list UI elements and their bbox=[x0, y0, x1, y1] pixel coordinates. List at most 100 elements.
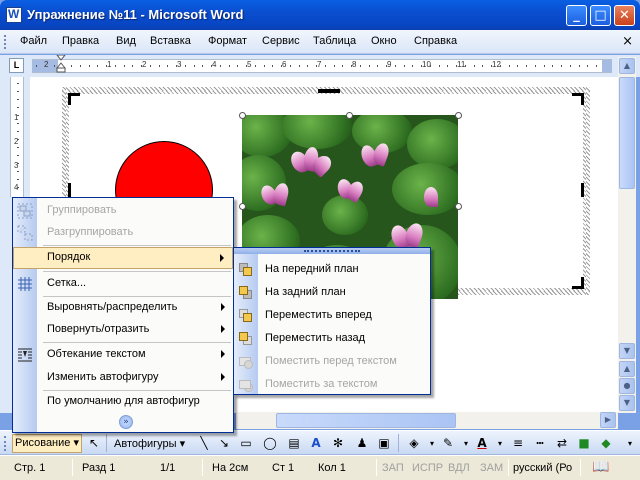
ruler-tick bbox=[334, 65, 335, 67]
arrow-icon[interactable]: ↘ bbox=[216, 436, 232, 451]
menu-item-change-autoshape[interactable]: Изменить автофигуру bbox=[13, 367, 233, 389]
toolbar-options-icon[interactable]: ▾ bbox=[622, 436, 638, 451]
ruler-number: 1 bbox=[107, 60, 112, 69]
oval-icon[interactable]: ◯ bbox=[262, 436, 278, 451]
maximize-button[interactable]: □ bbox=[590, 5, 611, 26]
scroll-up-button[interactable]: ▲ bbox=[619, 58, 635, 74]
select-objects-icon[interactable]: ↖ bbox=[86, 436, 102, 451]
ruler-tick bbox=[474, 65, 475, 67]
text-box-icon[interactable]: ▤ bbox=[286, 436, 302, 451]
vertical-scroll-thumb[interactable] bbox=[619, 77, 635, 189]
word-app-icon[interactable] bbox=[6, 7, 22, 23]
toolbar-grip[interactable] bbox=[4, 35, 7, 49]
menu-item-autoshape-defaults[interactable]: По умолчанию для автофигур bbox=[13, 391, 233, 413]
status-record-macro[interactable]: ЗАП bbox=[382, 462, 404, 474]
select-browse-object-button[interactable]: ● bbox=[619, 378, 635, 394]
menu-item-in-front-of-text[interactable]: Поместить перед текстом bbox=[234, 350, 430, 373]
3d-style-icon[interactable]: ◆ bbox=[598, 436, 614, 451]
line-style-icon[interactable]: ≡ bbox=[510, 436, 526, 451]
status-column: Кол 1 bbox=[318, 462, 346, 474]
autoshapes-menu-button[interactable]: Автофигуры ▾ bbox=[114, 437, 185, 450]
ruler-tick bbox=[229, 65, 230, 67]
minimize-button[interactable]: _ bbox=[566, 5, 587, 26]
fill-color-icon[interactable]: ◈ bbox=[406, 436, 422, 451]
arrow-style-icon[interactable]: ⇄ bbox=[554, 436, 570, 451]
horizontal-scroll-thumb[interactable] bbox=[276, 413, 456, 428]
menu-item-align-distribute[interactable]: Выровнять/распределить bbox=[13, 297, 233, 319]
font-color-dropdown-icon[interactable]: ▾ bbox=[492, 436, 508, 451]
submenu-drag-grip[interactable] bbox=[234, 248, 430, 254]
menu-window[interactable]: Окно bbox=[371, 35, 397, 47]
ruler-right-margin bbox=[602, 60, 612, 72]
resize-handle[interactable] bbox=[346, 112, 353, 119]
resize-handle[interactable] bbox=[455, 112, 462, 119]
horizontal-ruler[interactable]: 2 1 1 2 3 4 5 6 7 8 9 10 11 12 bbox=[32, 59, 612, 73]
ruler-bar: L 2 1 1 2 3 4 5 6 7 8 9 10 11 12 bbox=[0, 55, 640, 77]
menu-format[interactable]: Формат bbox=[208, 35, 247, 47]
status-line: Ст 1 bbox=[272, 462, 295, 474]
ruler-tick bbox=[194, 65, 195, 67]
menu-item-label: На задний план bbox=[265, 286, 346, 298]
indent-marker[interactable] bbox=[56, 55, 66, 73]
vertical-scrollbar[interactable]: ▲ ▼ ▲ ● ▼ bbox=[618, 57, 636, 413]
menu-view[interactable]: Вид bbox=[116, 35, 136, 47]
resize-handle[interactable] bbox=[239, 203, 246, 210]
menu-insert[interactable]: Вставка bbox=[150, 35, 191, 47]
menu-item-send-backward[interactable]: Переместить назад bbox=[234, 327, 430, 350]
status-overtype[interactable]: ЗАМ bbox=[480, 462, 503, 474]
fill-color-dropdown-icon[interactable]: ▾ bbox=[424, 436, 440, 451]
previous-page-button[interactable]: ▲ bbox=[619, 361, 635, 377]
shadow-style-icon[interactable]: ■ bbox=[576, 436, 592, 451]
ruler-tick bbox=[369, 65, 370, 67]
bring-forward-icon bbox=[238, 308, 254, 324]
rectangle-icon[interactable]: ▭ bbox=[238, 436, 254, 451]
menu-file[interactable]: Файл bbox=[20, 35, 47, 47]
clip-art-icon[interactable]: ♟ bbox=[354, 436, 370, 451]
line-color-icon[interactable]: ✎ bbox=[440, 436, 456, 451]
picture-leaf bbox=[282, 115, 352, 149]
menu-item-rotate-flip[interactable]: Повернуть/отразить bbox=[13, 319, 233, 341]
draw-menu-button[interactable]: Рисование ▾ bbox=[12, 434, 82, 453]
menu-item-ungroup[interactable]: Разгруппировать bbox=[13, 222, 233, 244]
horizontal-scrollbar[interactable]: ▶ bbox=[236, 412, 618, 429]
line-icon[interactable]: ╲ bbox=[196, 436, 212, 451]
next-page-button[interactable]: ▼ bbox=[619, 395, 635, 411]
menu-item-grid[interactable]: Сетка... bbox=[13, 273, 233, 295]
status-track-changes[interactable]: ИСПР bbox=[412, 462, 443, 474]
status-extend[interactable]: ВДЛ bbox=[448, 462, 470, 474]
resize-handle[interactable] bbox=[455, 203, 462, 210]
wordart-icon[interactable]: A bbox=[308, 436, 324, 451]
submenu-arrow-icon bbox=[221, 350, 225, 358]
menu-item-bring-forward[interactable]: Переместить вперед bbox=[234, 304, 430, 327]
menu-item-bring-to-front[interactable]: На передний план bbox=[234, 258, 430, 281]
resize-handle[interactable] bbox=[239, 112, 246, 119]
scroll-right-button[interactable]: ▶ bbox=[600, 412, 616, 428]
ruler-tick bbox=[456, 65, 457, 67]
menu-item-behind-text[interactable]: Поместить за текстом bbox=[234, 373, 430, 396]
menu-edit[interactable]: Правка bbox=[62, 35, 99, 47]
menu-item-text-wrapping[interactable]: Обтекание текстом bbox=[13, 344, 233, 366]
menu-tools[interactable]: Сервис bbox=[262, 35, 300, 47]
close-document-icon[interactable]: × bbox=[622, 34, 633, 49]
status-bar: Стр. 1 Разд 1 1/1 На 2см Ст 1 Кол 1 ЗАП … bbox=[0, 455, 640, 480]
menu-item-group[interactable]: Группировать bbox=[13, 200, 233, 222]
menu-help[interactable]: Справка bbox=[414, 35, 457, 47]
line-color-dropdown-icon[interactable]: ▾ bbox=[458, 436, 474, 451]
vertical-ruler[interactable]: 1 2 3 4 bbox=[10, 77, 24, 197]
ruler-tick bbox=[159, 65, 160, 67]
menu-table[interactable]: Таблица bbox=[313, 35, 356, 47]
scroll-down-button[interactable]: ▼ bbox=[619, 343, 635, 359]
status-pages: 1/1 bbox=[160, 462, 176, 474]
menu-item-order[interactable]: Порядок bbox=[13, 247, 233, 269]
dash-style-icon[interactable]: ┅ bbox=[532, 436, 548, 451]
insert-picture-icon[interactable]: ▣ bbox=[376, 436, 392, 451]
menu-item-send-to-back[interactable]: На задний план bbox=[234, 281, 430, 304]
ruler-tick bbox=[404, 65, 405, 67]
tab-selector[interactable]: L bbox=[9, 58, 24, 73]
toolbar-grip[interactable] bbox=[4, 436, 7, 451]
expand-menu-icon[interactable]: » bbox=[119, 415, 133, 429]
close-button[interactable]: ✕ bbox=[614, 5, 635, 26]
spelling-check-icon[interactable]: 📖 bbox=[592, 459, 609, 475]
diagram-icon[interactable]: ✻ bbox=[330, 436, 346, 451]
font-color-icon[interactable]: A bbox=[474, 436, 490, 451]
